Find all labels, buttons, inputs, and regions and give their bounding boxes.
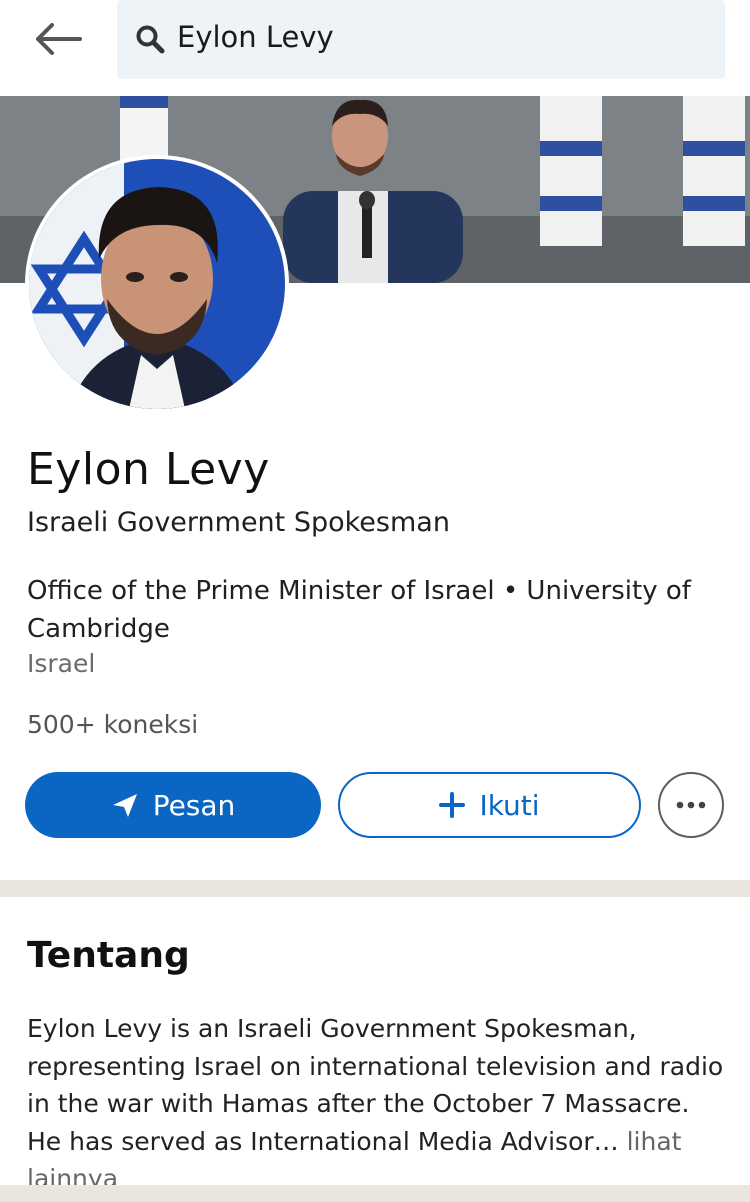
about-ellipsis: …	[593, 1126, 619, 1156]
about-body: Eylon Levy is an Israeli Government Spok…	[27, 1014, 724, 1156]
section-divider-bottom	[0, 1185, 750, 1202]
follow-button-label: Ikuti	[479, 788, 540, 822]
more-horizontal-icon	[676, 801, 706, 809]
about-section-text: Eylon Levy is an Israeli Government Spok…	[27, 1010, 727, 1198]
search-bar[interactable]: Eylon Levy	[117, 0, 725, 79]
search-icon	[136, 25, 165, 54]
follow-button[interactable]: Ikuti	[338, 772, 641, 838]
message-button-label: Pesan	[152, 788, 236, 822]
send-icon	[112, 794, 137, 817]
back-button[interactable]	[30, 18, 86, 60]
profile-avatar[interactable]	[25, 155, 289, 413]
message-button[interactable]: Pesan	[25, 772, 321, 838]
more-options-button[interactable]	[658, 772, 724, 838]
profile-headline: Israeli Government Spokesman	[27, 507, 450, 538]
section-divider	[0, 880, 750, 897]
search-query[interactable]: Eylon Levy	[177, 20, 334, 54]
profile-org-line[interactable]: Office of the Prime Minister of Israel •…	[27, 572, 707, 648]
about-section-title: Tentang	[27, 935, 190, 976]
profile-name: Eylon Levy	[27, 444, 270, 495]
plus-icon	[439, 792, 466, 818]
connections-count[interactable]: 500+ koneksi	[27, 710, 198, 739]
top-bar: Eylon Levy	[0, 0, 750, 96]
profile-location: Israel	[27, 649, 96, 678]
arrow-left-icon	[36, 23, 82, 55]
